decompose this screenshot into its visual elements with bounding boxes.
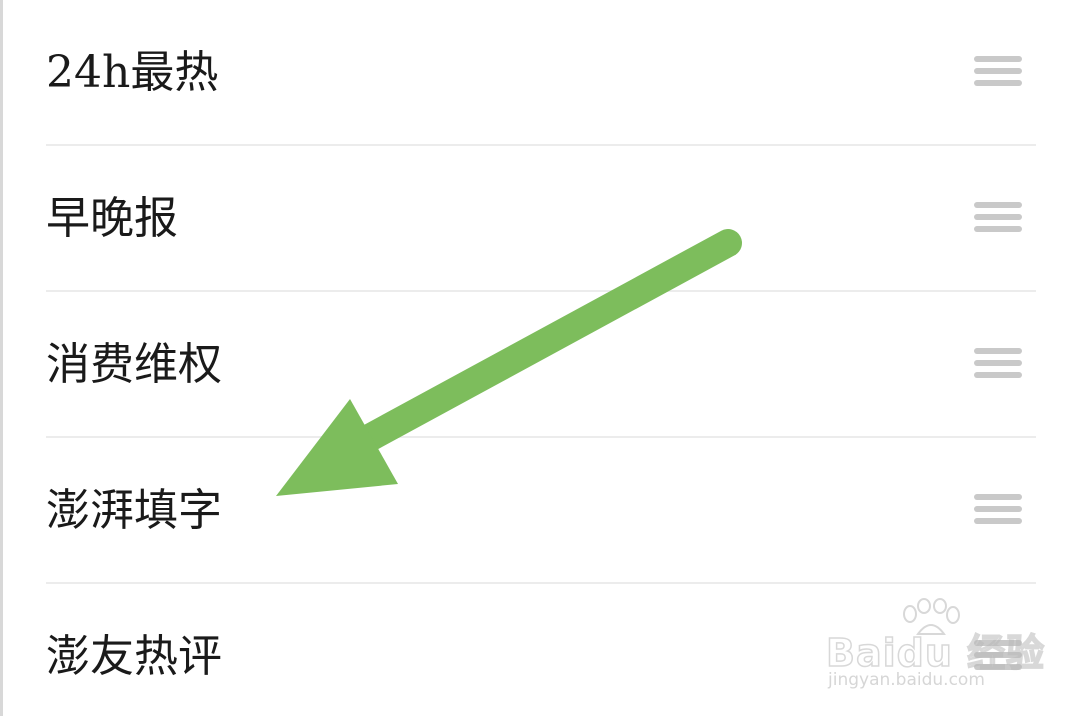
list-item-label: 澎湃填字 xyxy=(46,485,222,536)
list-item[interactable]: 24h最热 xyxy=(0,0,1080,146)
drag-handle-icon[interactable] xyxy=(974,202,1024,236)
drag-handle-icon[interactable] xyxy=(974,640,1024,674)
list-item-label: 早晚报 xyxy=(46,193,178,244)
drag-handle-icon[interactable] xyxy=(974,56,1024,90)
list-item-label: 24h最热 xyxy=(46,47,219,98)
drag-handle-icon[interactable] xyxy=(974,494,1024,528)
channel-manage-page: 24h最热 早晚报 消费维权 澎湃填字 澎友热评 Baidu 经验 jingya… xyxy=(0,0,1080,716)
list-item[interactable]: 澎友热评 xyxy=(0,584,1080,716)
drag-handle-icon[interactable] xyxy=(974,348,1024,382)
list-item[interactable]: 消费维权 xyxy=(0,292,1080,438)
list-item[interactable]: 澎湃填字 xyxy=(0,438,1080,584)
list-item-label: 澎友热评 xyxy=(46,631,222,682)
list-item-label: 消费维权 xyxy=(46,339,222,390)
list-item[interactable]: 早晚报 xyxy=(0,146,1080,292)
